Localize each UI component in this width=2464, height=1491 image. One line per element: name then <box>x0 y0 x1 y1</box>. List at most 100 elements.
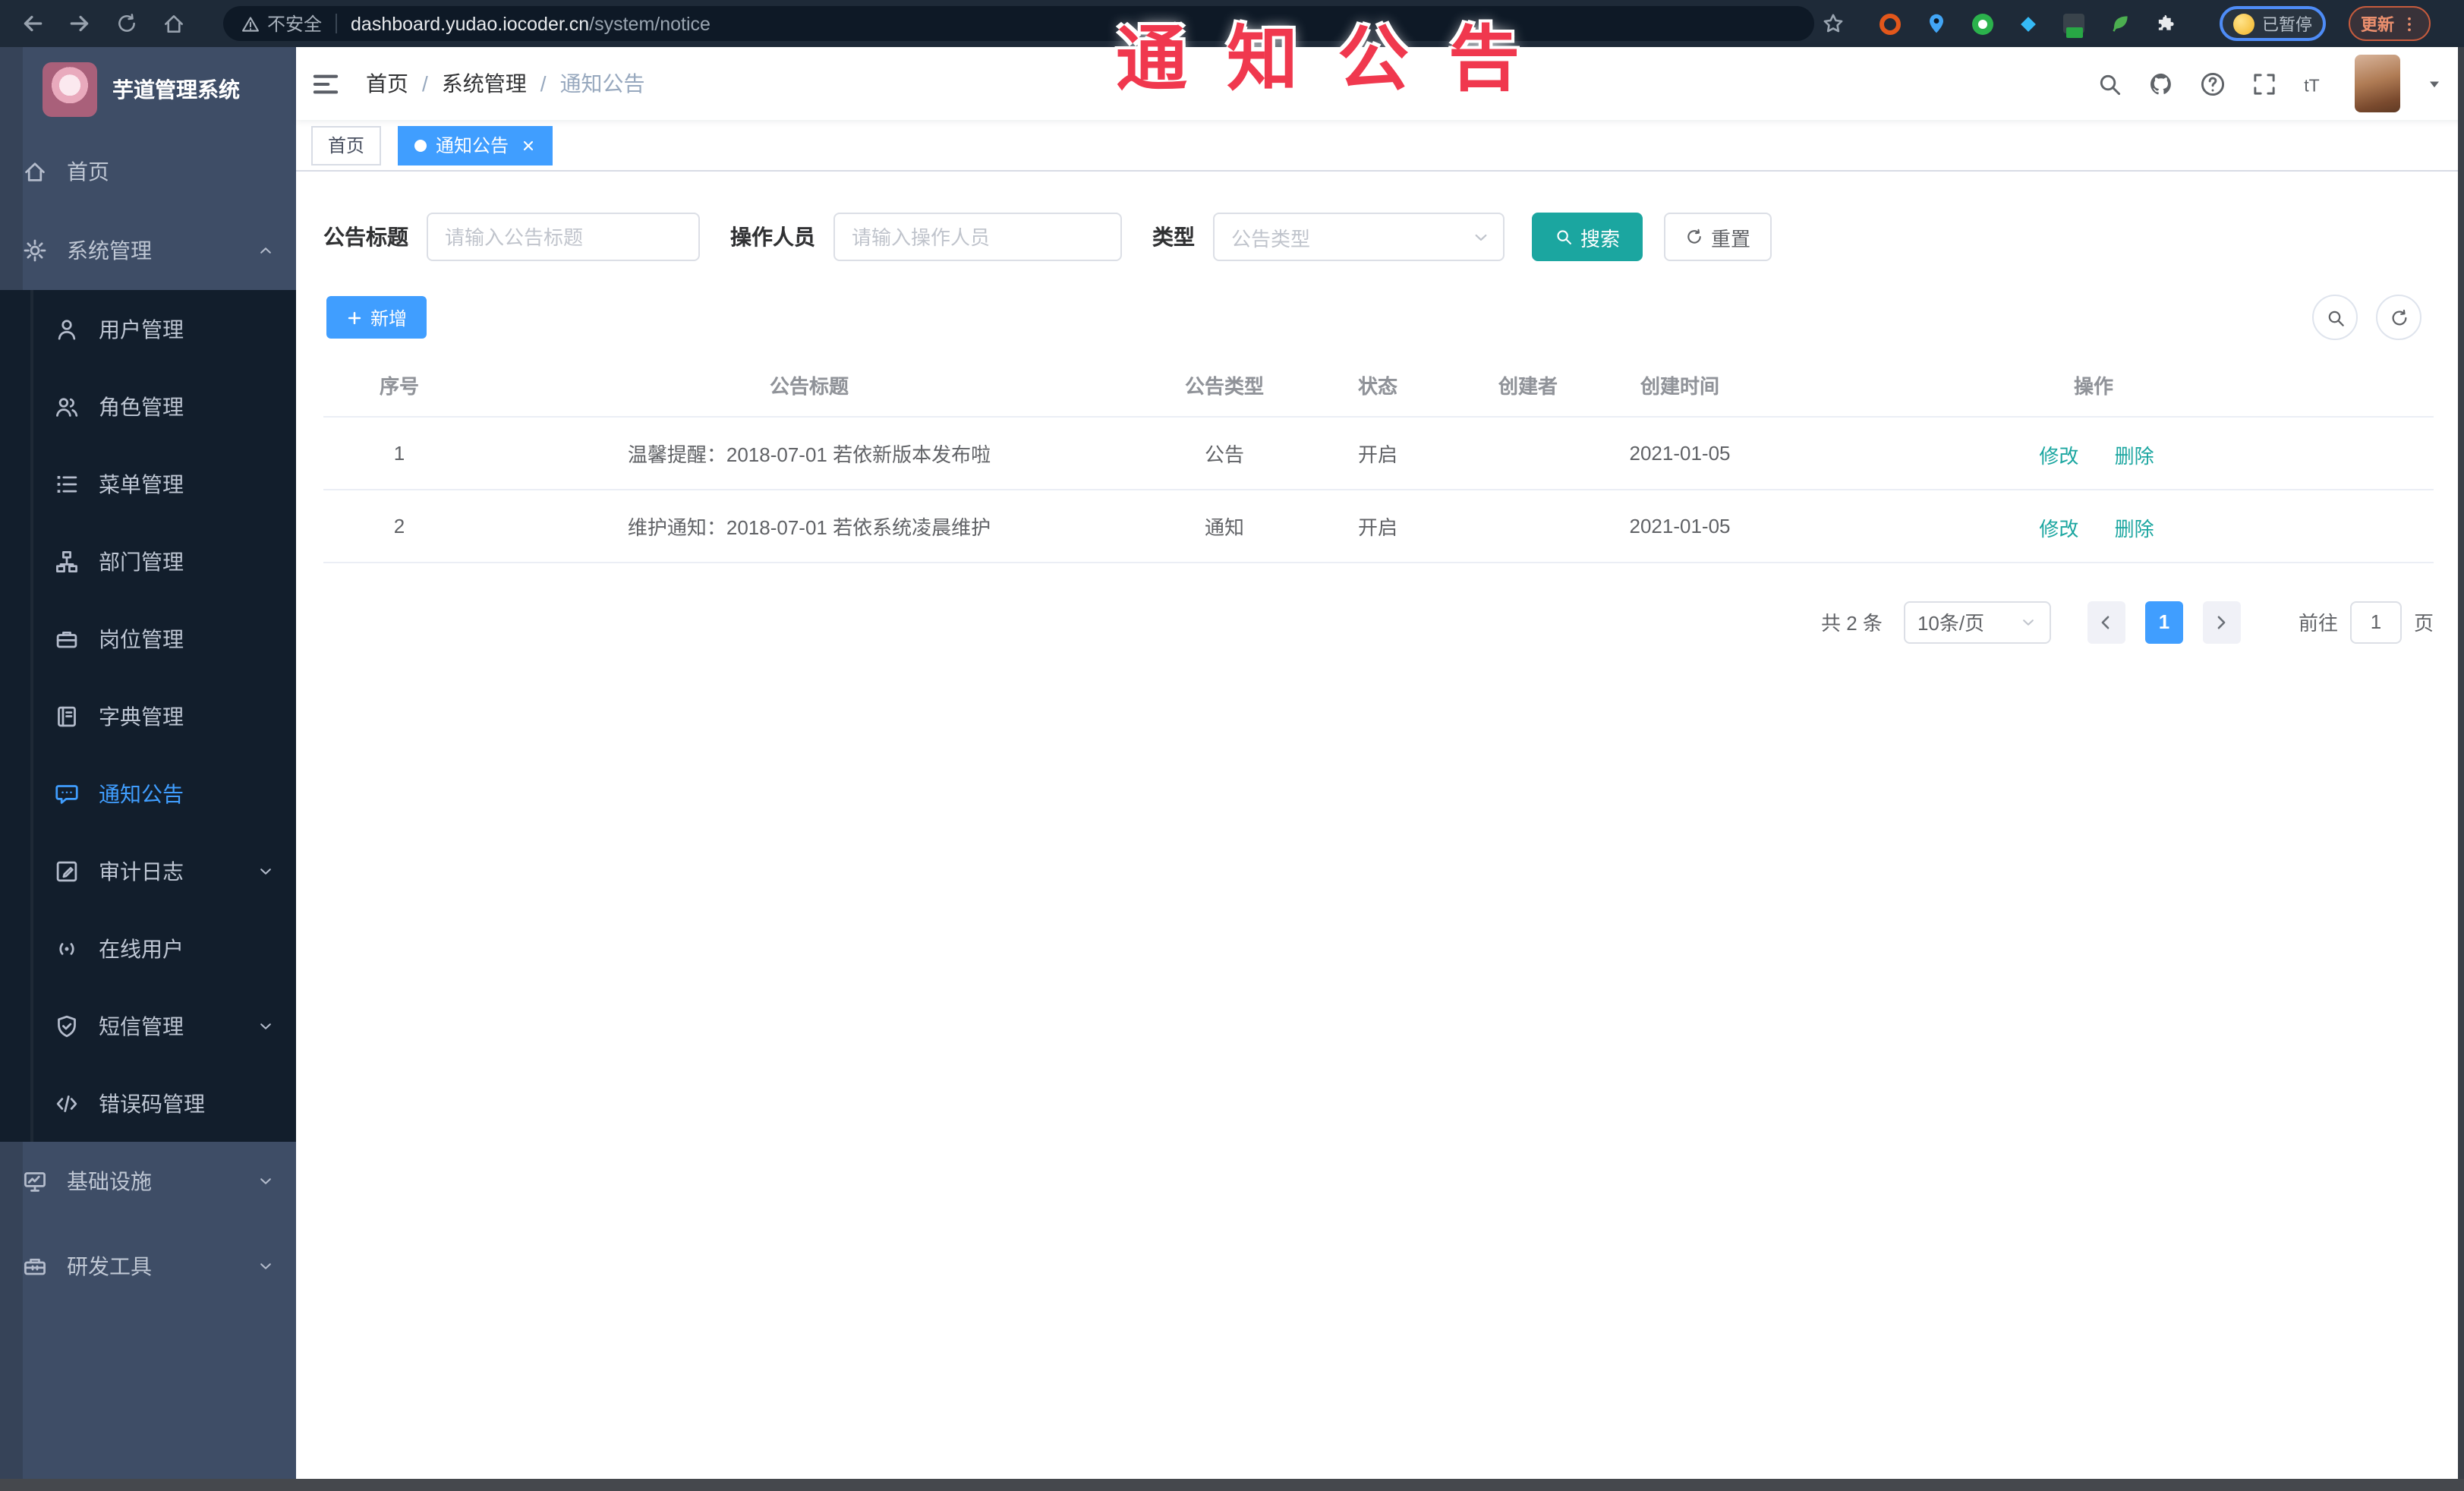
tags-view-bar: 首页 通知公告 <box>296 120 2464 172</box>
github-icon[interactable] <box>2148 71 2174 96</box>
gear-icon <box>23 238 47 263</box>
extensions-puzzle-icon[interactable] <box>2156 12 2179 35</box>
home-icon[interactable] <box>162 12 185 35</box>
sidebar-item-posts[interactable]: 岗位管理 <box>0 600 296 677</box>
org-tree-icon <box>55 549 79 573</box>
col-created: 创建时间 <box>1606 355 1753 417</box>
title-filter-input[interactable] <box>427 213 700 261</box>
delete-link[interactable]: 删除 <box>2109 440 2154 469</box>
sidebar-item-dev-tools[interactable]: 研发工具 <box>0 1227 296 1306</box>
extension-pin-icon[interactable] <box>1925 12 1948 35</box>
profile-emoji-avatar <box>2233 13 2254 34</box>
tab-home[interactable]: 首页 <box>311 125 382 165</box>
extension-orange-icon[interactable] <box>1880 13 1901 34</box>
operator-filter-input[interactable] <box>833 213 1122 261</box>
sidebar-item-menus[interactable]: 菜单管理 <box>0 445 296 522</box>
caret-down-icon[interactable] <box>2426 75 2443 92</box>
close-icon[interactable] <box>521 137 536 153</box>
sidebar-item-system[interactable]: 系统管理 <box>0 211 296 290</box>
col-creator: 创建者 <box>1450 355 1606 417</box>
sidebar-item-label: 部门管理 <box>99 549 184 573</box>
sidebar-item-online-users[interactable]: 在线用户 <box>0 909 296 987</box>
extension-leaf-icon[interactable] <box>2109 12 2132 35</box>
col-index: 序号 <box>323 355 475 417</box>
add-button[interactable]: 新增 <box>326 296 427 339</box>
sidebar-item-notice[interactable]: 通知公告 <box>0 755 296 832</box>
type-filter-select[interactable]: 公告类型 <box>1213 213 1505 261</box>
breadcrumb-home[interactable]: 首页 <box>366 68 408 99</box>
kebab-menu-icon[interactable] <box>2400 14 2418 33</box>
overlay-caption: 通知公告 <box>1116 18 1559 99</box>
sidebar-item-dict[interactable]: 字典管理 <box>0 677 296 755</box>
total-count: 共 2 条 <box>1821 612 1883 635</box>
update-label: 更新 <box>2361 16 2394 34</box>
sidebar-item-users[interactable]: 用户管理 <box>0 290 296 367</box>
font-size-icon[interactable]: tT <box>2303 71 2329 96</box>
page-size-select[interactable]: 10条/页 <box>1903 600 2051 643</box>
next-page-button[interactable] <box>2202 600 2241 643</box>
bookmark-star-icon[interactable] <box>1822 12 1845 35</box>
browser-update-button[interactable]: 更新 <box>2349 6 2431 41</box>
sidebar-item-infrastructure[interactable]: 基础设施 <box>0 1142 296 1221</box>
col-type: 公告类型 <box>1143 355 1306 417</box>
user-avatar[interactable] <box>2355 55 2400 112</box>
extension-green-icon[interactable] <box>1972 13 1993 34</box>
sidebar-logo[interactable]: 芋道管理系统 <box>0 47 296 132</box>
table-row: 1 温馨提醒：2018-07-01 若依新版本发布啦 公告 开启 2021-01… <box>323 416 2434 490</box>
cell-type: 公告 <box>1143 416 1306 490</box>
col-actions: 操作 <box>1753 355 2434 417</box>
search-icon <box>1555 228 1573 246</box>
cell-created: 2021-01-05 <box>1606 416 1753 490</box>
tab-notice[interactable]: 通知公告 <box>398 125 553 165</box>
angle-right-icon <box>2213 613 2231 631</box>
edit-link[interactable]: 修改 <box>2033 440 2078 469</box>
chevron-down-icon <box>1471 227 1491 247</box>
refresh-table-button[interactable] <box>2376 295 2421 340</box>
logo-title: 芋道管理系统 <box>112 77 240 102</box>
edit-label: 修改 <box>2039 517 2079 541</box>
sidebar: 芋道管理系统 首页 系统管理 用户管理 角色管理 菜单管理 部门管理 岗位管理 … <box>0 47 296 1479</box>
hamburger-icon[interactable] <box>311 69 340 98</box>
sidebar-item-label: 首页 <box>67 159 109 184</box>
current-page-button[interactable]: 1 <box>2144 600 2183 643</box>
page-unit-label: 页 <box>2413 612 2434 635</box>
shield-check-icon <box>55 1013 79 1038</box>
goto-label: 前往 <box>2298 612 2338 635</box>
window-edge-bottom <box>0 1479 2464 1491</box>
help-icon[interactable] <box>2200 71 2226 96</box>
url-bar[interactable]: 不安全 dashboard.yudao.iocoder.cn /system/n… <box>223 6 1814 41</box>
search-icon[interactable] <box>2097 71 2122 96</box>
extension-on-badge-icon[interactable] <box>2063 14 2084 38</box>
sidebar-item-sms[interactable]: 短信管理 <box>0 987 296 1064</box>
reload-icon[interactable] <box>115 12 138 35</box>
browser-profile-chip[interactable]: 已暂停 <box>2220 6 2326 41</box>
page-size-label: 10条/页 <box>1917 612 1985 635</box>
breadcrumb-system[interactable]: 系统管理 <box>442 68 527 99</box>
fullscreen-icon[interactable] <box>2251 71 2277 96</box>
sidebar-item-audit-log[interactable]: 审计日志 <box>0 832 296 909</box>
cell-title: 温馨提醒：2018-07-01 若依新版本发布啦 <box>475 416 1143 490</box>
navbar-actions: tT <box>2097 55 2443 112</box>
edit-link[interactable]: 修改 <box>2033 513 2078 542</box>
prev-page-button[interactable] <box>2087 600 2125 643</box>
monitor-icon <box>23 1169 47 1193</box>
search-button[interactable]: 搜索 <box>1532 213 1643 261</box>
operator-filter-label: 操作人员 <box>730 225 815 249</box>
reset-button[interactable]: 重置 <box>1664 213 1772 261</box>
sidebar-item-departments[interactable]: 部门管理 <box>0 522 296 600</box>
chevron-down-icon <box>257 1257 275 1275</box>
sidebar-item-label: 菜单管理 <box>99 471 184 496</box>
sidebar-item-error-codes[interactable]: 错误码管理 <box>0 1064 296 1142</box>
sidebar-item-roles[interactable]: 角色管理 <box>0 367 296 445</box>
goto-page-input[interactable] <box>2349 600 2402 643</box>
search-form: 公告标题 操作人员 类型 公告类型 搜索 重置 <box>323 213 2434 261</box>
cell-actions: 修改 删除 <box>1753 416 2434 490</box>
toggle-search-button[interactable] <box>2312 295 2358 340</box>
back-icon[interactable] <box>21 12 44 35</box>
delete-link[interactable]: 删除 <box>2109 513 2154 542</box>
extension-diamond-icon[interactable] <box>2018 13 2039 34</box>
forward-icon[interactable] <box>68 12 91 35</box>
chevron-down-icon <box>257 1172 275 1190</box>
sidebar-item-home[interactable]: 首页 <box>0 132 296 211</box>
edit-label: 修改 <box>2039 444 2079 468</box>
